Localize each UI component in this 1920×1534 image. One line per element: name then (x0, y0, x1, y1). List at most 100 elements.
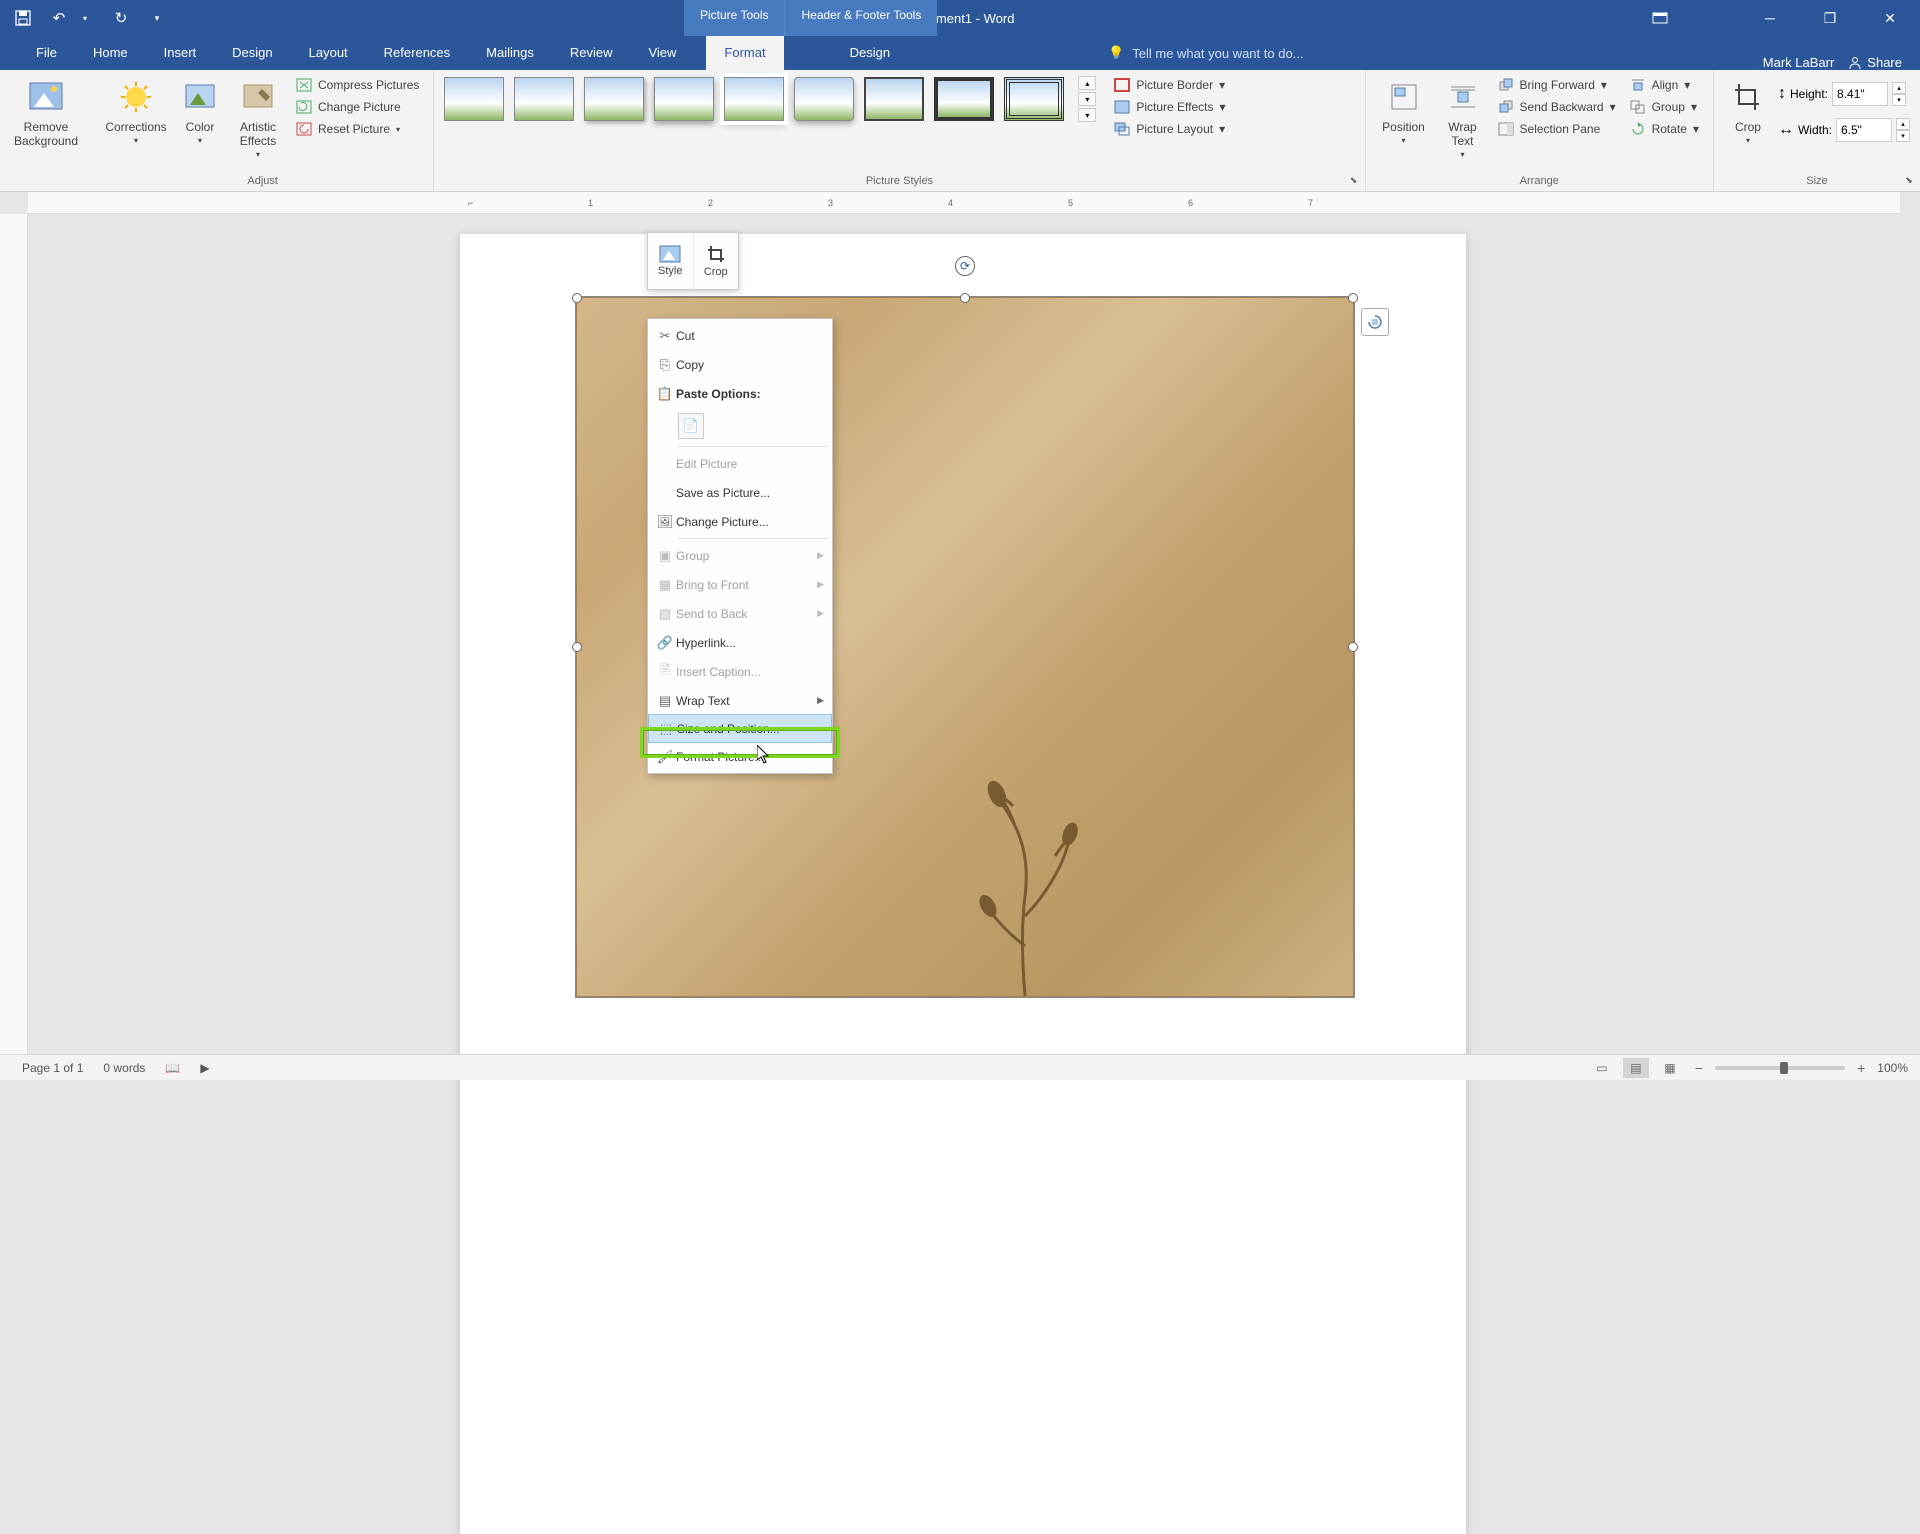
style-thumb-2[interactable] (514, 77, 574, 121)
color-button[interactable]: Color▾ (176, 76, 224, 145)
zoom-level[interactable]: 100% (1877, 1061, 1908, 1075)
height-up-icon[interactable]: ▴ (1892, 82, 1906, 94)
corrections-button[interactable]: Corrections▾ (102, 76, 170, 145)
picture-border-button[interactable]: Picture Border ▾ (1110, 76, 1229, 94)
tab-insert[interactable]: Insert (146, 36, 215, 70)
gallery-next-icon[interactable]: ▾ (1078, 92, 1096, 106)
style-thumb-8[interactable] (934, 77, 994, 121)
group-button[interactable]: Group ▾ (1626, 98, 1703, 116)
zoom-out-icon[interactable]: − (1691, 1060, 1707, 1076)
redo-icon[interactable]: ↻ (110, 7, 132, 29)
print-layout-icon[interactable]: ▤ (1623, 1058, 1649, 1078)
read-mode-icon[interactable]: ▭ (1589, 1058, 1615, 1078)
page-indicator[interactable]: Page 1 of 1 (12, 1061, 93, 1075)
user-name[interactable]: Mark LaBarr (1763, 55, 1835, 70)
style-thumb-3[interactable] (584, 77, 644, 121)
ctx-wrap-text[interactable]: ▤Wrap Text▶ (648, 686, 832, 715)
tab-mailings[interactable]: Mailings (468, 36, 552, 70)
zoom-slider-thumb[interactable] (1780, 1062, 1788, 1074)
style-thumb-7[interactable] (864, 77, 924, 121)
tab-format[interactable]: Format (706, 36, 783, 70)
picture-effects-button[interactable]: Picture Effects ▾ (1110, 98, 1229, 116)
height-input[interactable] (1832, 82, 1888, 106)
rotate-button[interactable]: Rotate ▾ (1626, 120, 1703, 138)
paste-option-keep-icon[interactable]: 📄 (678, 413, 704, 439)
ctx-size-position[interactable]: ⬚Size and Position... (648, 714, 832, 743)
send-backward-button[interactable]: Send Backward ▾ (1494, 98, 1620, 116)
layout-options-icon[interactable] (1361, 308, 1389, 336)
tab-layout[interactable]: Layout (291, 36, 366, 70)
rotate-handle-icon[interactable]: ⟳ (955, 256, 975, 276)
group-size: Crop▾ ↕ Height: ▴▾ ↔ Width: ▴▾ Size ⬊ (1714, 70, 1920, 191)
width-down-icon[interactable]: ▾ (1896, 130, 1910, 142)
restore-button[interactable]: ❐ (1800, 0, 1860, 36)
resize-handle-top-mid[interactable] (960, 293, 970, 303)
mini-style-button[interactable]: Style (648, 233, 694, 289)
horizontal-ruler[interactable]: ⌐ 1 2 3 4 5 6 7 (28, 192, 1900, 214)
reset-picture-button[interactable]: Reset Picture ▾ (292, 120, 423, 138)
minimize-button[interactable]: ─ (1740, 0, 1800, 36)
height-down-icon[interactable]: ▾ (1892, 94, 1906, 106)
zoom-in-icon[interactable]: + (1853, 1060, 1869, 1076)
save-icon[interactable] (12, 7, 34, 29)
tab-file[interactable]: File (18, 36, 75, 70)
picture-styles-gallery[interactable]: ▴ ▾ ▾ (444, 76, 1096, 122)
zoom-slider[interactable] (1715, 1066, 1845, 1070)
tab-review[interactable]: Review (552, 36, 631, 70)
tab-view[interactable]: View (630, 36, 694, 70)
gallery-more-icon[interactable]: ▾ (1078, 108, 1096, 122)
tab-home[interactable]: Home (75, 36, 146, 70)
style-thumb-9[interactable] (1004, 77, 1064, 121)
width-input[interactable] (1836, 118, 1892, 142)
bring-forward-button[interactable]: Bring Forward ▾ (1494, 76, 1620, 94)
tab-references[interactable]: References (366, 36, 468, 70)
ctx-save-as-picture[interactable]: Save as Picture... (648, 478, 832, 507)
spell-check-icon[interactable]: 📖 (155, 1061, 190, 1075)
change-picture-button[interactable]: Change Picture (292, 98, 423, 116)
ctx-hyperlink[interactable]: 🔗Hyperlink... (648, 628, 832, 657)
gallery-prev-icon[interactable]: ▴ (1078, 76, 1096, 90)
web-layout-icon[interactable]: ▦ (1657, 1058, 1683, 1078)
tell-me-search[interactable]: 💡 (1108, 36, 1352, 70)
word-count[interactable]: 0 words (93, 1061, 155, 1075)
width-up-icon[interactable]: ▴ (1896, 118, 1910, 130)
resize-handle-mid-right[interactable] (1348, 642, 1358, 652)
position-button[interactable]: Position▾ (1376, 76, 1432, 145)
style-thumb-1[interactable] (444, 77, 504, 121)
wrap-text-button[interactable]: Wrap Text▾ (1438, 76, 1488, 159)
macro-icon[interactable]: ▶ (190, 1061, 219, 1075)
picture-layout-button[interactable]: Picture Layout ▾ (1110, 120, 1229, 138)
artistic-effects-button[interactable]: Artistic Effects▾ (230, 76, 286, 159)
style-thumb-4[interactable] (654, 77, 714, 121)
resize-handle-top-right[interactable] (1348, 293, 1358, 303)
undo-dropdown-icon[interactable]: ▾ (74, 7, 96, 29)
resize-handle-top-left[interactable] (572, 293, 582, 303)
tell-me-input[interactable] (1132, 46, 1352, 61)
style-thumb-5[interactable] (724, 77, 784, 121)
crop-button[interactable]: Crop▾ (1724, 76, 1772, 145)
tab-design-hf[interactable]: Design (832, 36, 908, 70)
height-spinbox[interactable]: ↕ Height: ▴▾ (1778, 82, 1910, 106)
qat-customize-icon[interactable]: ▾ (146, 7, 168, 29)
vertical-ruler[interactable] (0, 214, 28, 1054)
picture-styles-launcher-icon[interactable]: ⬊ (1347, 173, 1361, 187)
tab-design[interactable]: Design (214, 36, 290, 70)
compress-pictures-button[interactable]: Compress Pictures (292, 76, 423, 94)
style-thumb-6[interactable] (794, 77, 854, 121)
remove-background-button[interactable]: Remove Background (10, 76, 82, 148)
ribbon-display-options-icon[interactable] (1640, 0, 1680, 36)
ctx-change-picture[interactable]: 🖼Change Picture... (648, 507, 832, 536)
close-button[interactable]: ✕ (1860, 0, 1920, 36)
size-launcher-icon[interactable]: ⬊ (1902, 173, 1916, 187)
share-button[interactable]: Share (1848, 55, 1902, 70)
mini-crop-button[interactable]: Crop (694, 233, 739, 289)
ctx-cut[interactable]: ✂Cut (648, 321, 832, 350)
undo-icon[interactable]: ↶ (48, 7, 70, 29)
width-spinbox[interactable]: ↔ Width: ▴▾ (1778, 118, 1910, 142)
ctx-format-picture[interactable]: 🖌Format Picture... (648, 742, 832, 771)
selection-pane-button[interactable]: Selection Pane (1494, 120, 1620, 138)
tab-stop-indicator[interactable]: ⌐ (468, 198, 473, 208)
align-button[interactable]: Align ▾ (1626, 76, 1703, 94)
resize-handle-mid-left[interactable] (572, 642, 582, 652)
ctx-copy[interactable]: ⎘Copy (648, 350, 832, 379)
